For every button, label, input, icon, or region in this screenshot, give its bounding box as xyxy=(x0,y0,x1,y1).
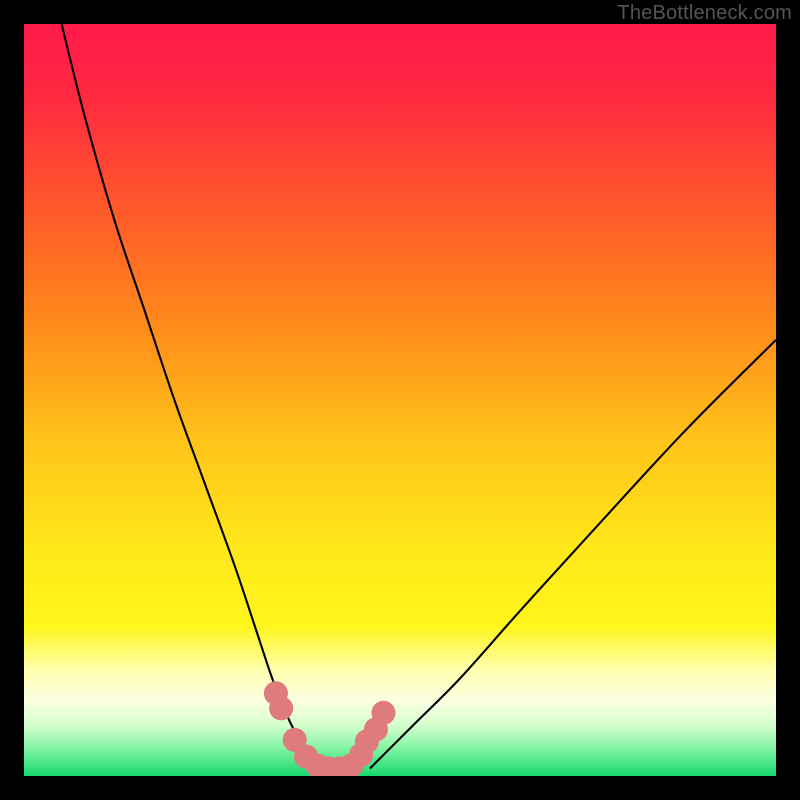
bottleneck-chart xyxy=(24,24,776,776)
watermark-label: TheBottleneck.com xyxy=(617,2,792,25)
chart-background xyxy=(24,24,776,776)
marker-dot xyxy=(371,701,395,725)
marker-dot xyxy=(269,696,293,720)
chart-frame xyxy=(24,24,776,776)
